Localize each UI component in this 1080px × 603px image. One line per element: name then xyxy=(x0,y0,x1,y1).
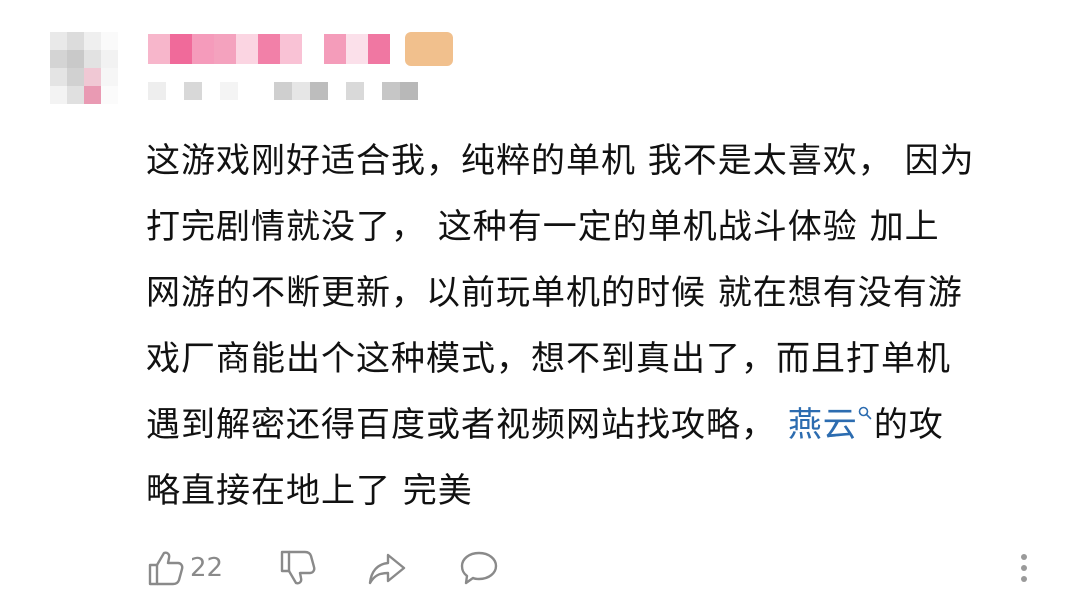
username[interactable] xyxy=(148,34,390,64)
search-link-label[interactable]: 燕云 xyxy=(788,405,858,445)
reply-button[interactable] xyxy=(458,544,500,592)
comment-line: 略直接在地上了 完美 xyxy=(146,471,473,511)
comment-line: 打完剧情就没了， 这种有一定的单机战斗体验 加上 xyxy=(146,207,940,247)
comment-line: 这游戏刚好适合我，纯粹的单机 我不是太喜欢， 因为 xyxy=(146,141,975,181)
user-meta xyxy=(148,82,418,100)
share-icon xyxy=(368,553,406,585)
thumbs-down-icon xyxy=(280,550,316,585)
comment-line: 网游的不断更新，以前玩单机的时候 就在想有没有游 xyxy=(146,273,963,313)
dislike-button[interactable] xyxy=(278,544,318,592)
more-vertical-icon xyxy=(1021,554,1027,582)
like-count: 22 xyxy=(190,553,224,583)
comment-line: 戏厂商能出个这种模式，想不到真出了，而且打单机 xyxy=(146,339,951,379)
comment-actions: 22 xyxy=(146,544,1046,592)
comment-icon xyxy=(460,551,498,585)
comment-text: 这游戏刚好适合我，纯粹的单机 我不是太喜欢， 因为 打完剧情就没了， 这种有一定… xyxy=(146,128,1036,524)
like-button[interactable]: 22 xyxy=(146,544,223,592)
comment-line: 遇到解密还得百度或者视频网站找攻略， 燕云 的攻 xyxy=(146,392,1036,458)
comment-text-segment: 的攻 xyxy=(873,405,944,445)
search-icon xyxy=(858,406,872,420)
comment-text-segment: 遇到解密还得百度或者视频网站找攻略， xyxy=(146,405,788,445)
search-link[interactable]: 燕云 xyxy=(788,405,874,445)
more-button[interactable] xyxy=(1016,544,1032,592)
user-level-badge xyxy=(405,32,453,66)
thumbs-up-icon xyxy=(148,551,184,586)
avatar[interactable] xyxy=(50,32,118,104)
share-button[interactable] xyxy=(366,544,408,592)
